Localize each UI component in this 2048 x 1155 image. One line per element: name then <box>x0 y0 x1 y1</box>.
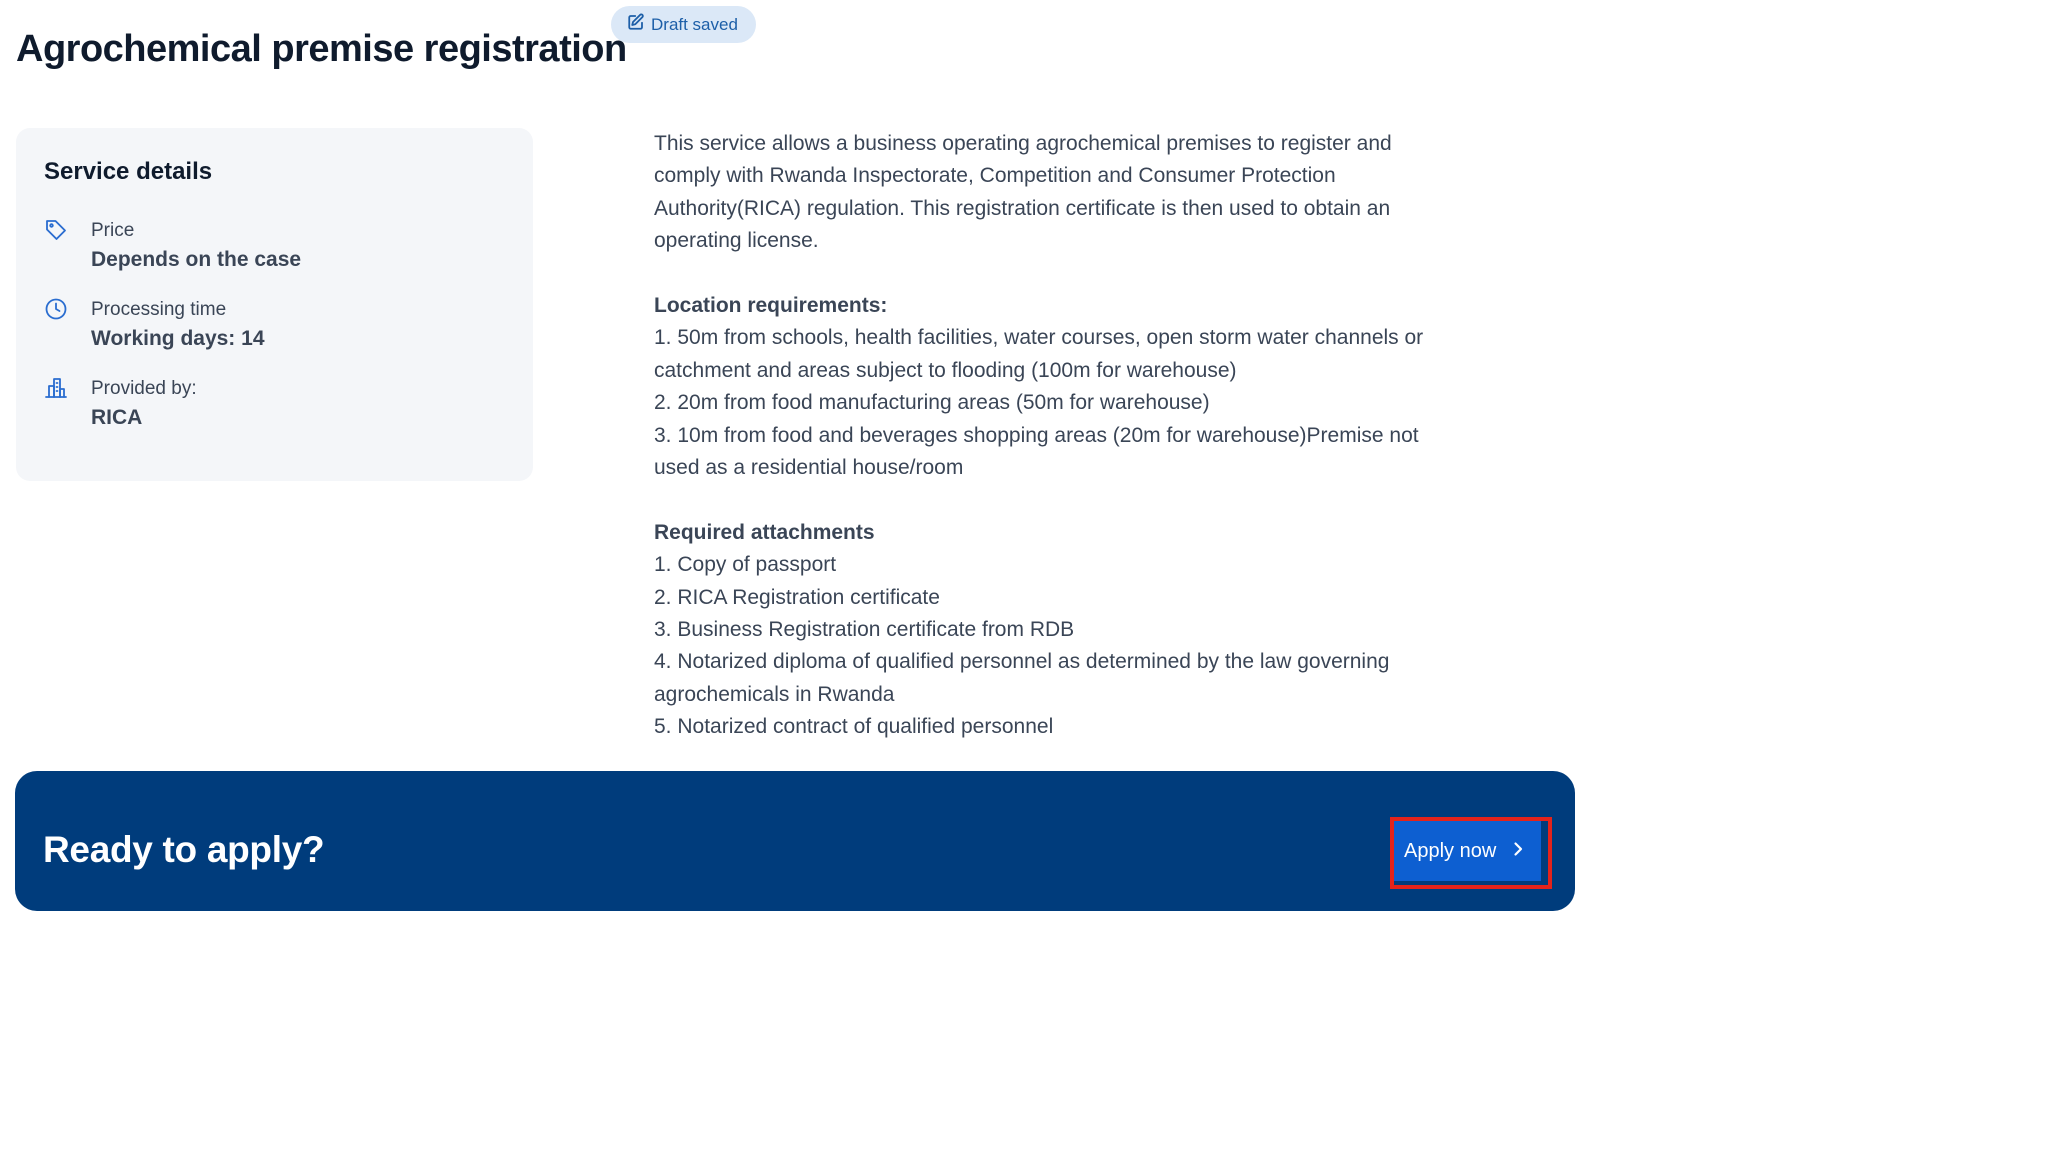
draft-saved-badge: Draft saved <box>611 6 756 43</box>
price-label: Price <box>91 220 135 241</box>
provided-by-label: Provided by: <box>91 378 197 399</box>
provided-by-value: RICA <box>91 406 143 429</box>
edit-icon <box>627 13 645 36</box>
list-item: 1. 50m from schools, health facilities, … <box>654 326 1424 382</box>
list-item: 5. Notarized contract of qualified perso… <box>654 715 1054 739</box>
page-title: Agrochemical premise registration <box>16 28 627 71</box>
apply-heading: Ready to apply? <box>43 829 325 870</box>
apply-banner: Ready to apply? Apply now <box>15 771 1575 911</box>
list-item: 4. Notarized diploma of qualified person… <box>654 650 1390 706</box>
apply-now-button[interactable]: Apply now <box>1394 821 1541 881</box>
service-details-heading: Service details <box>44 158 213 185</box>
processing-time-value: Working days: 14 <box>91 327 265 350</box>
service-intro: This service allows a business operating… <box>654 132 1392 253</box>
list-item: 3. 10m from food and beverages shopping … <box>654 423 1419 480</box>
detail-row-provider: Provided by: RICA <box>44 376 514 440</box>
apply-now-label: Apply now <box>1404 839 1497 862</box>
detail-row-price: Price Depends on the case <box>44 218 514 282</box>
list-item: 1. Copy of passport <box>654 553 837 577</box>
location-requirements-title: Location requirements: <box>654 294 888 318</box>
list-item: 3. Business Registration certificate fro… <box>654 618 1075 642</box>
tag-icon <box>44 218 68 242</box>
clock-icon <box>44 297 68 321</box>
list-item: 2. RICA Registration certificate <box>654 585 940 609</box>
list-item: 2. 20m from food manufacturing areas (50… <box>654 391 1210 415</box>
draft-saved-label: Draft saved <box>651 14 738 34</box>
price-value: Depends on the case <box>91 248 302 271</box>
service-description: This service allows a business operating… <box>654 128 1454 744</box>
building-icon <box>44 376 68 400</box>
service-details-card: Service details Price Depends on the cas… <box>16 128 533 481</box>
required-attachments-title: Required attachments <box>654 520 875 544</box>
chevron-right-icon <box>1510 840 1526 863</box>
processing-time-label: Processing time <box>91 299 227 320</box>
detail-row-processing-time: Processing time Working days: 14 <box>44 297 514 361</box>
